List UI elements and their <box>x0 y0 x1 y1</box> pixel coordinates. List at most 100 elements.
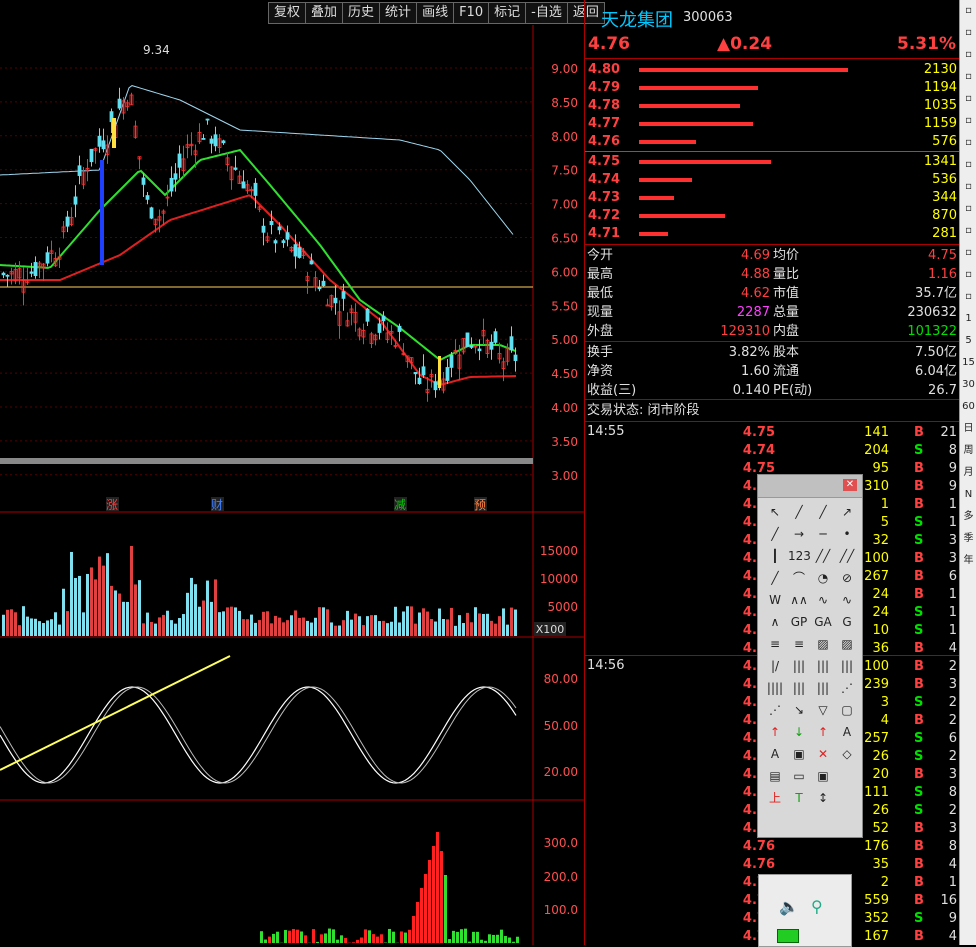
draw-tool-icon[interactable]: T <box>788 788 810 808</box>
draw-tool-icon[interactable]: ◇ <box>836 744 858 764</box>
draw-tool-icon[interactable]: ||| <box>788 678 810 698</box>
sidebar-tool-icon[interactable]: ▫ <box>960 0 976 22</box>
draw-tool-icon[interactable]: ◔ <box>812 568 834 588</box>
draw-tool-icon[interactable]: ∿ <box>812 590 834 610</box>
draw-tool-icon[interactable]: ⋰ <box>764 700 786 720</box>
sidebar-tool-icon[interactable]: ▫ <box>960 44 976 66</box>
draw-tool-icon[interactable] <box>836 788 858 808</box>
draw-tool-icon[interactable]: ▨ <box>812 634 834 654</box>
sidebar-tool-icon[interactable]: ▫ <box>960 88 976 110</box>
draw-tool-icon[interactable]: ||| <box>812 656 834 676</box>
period-button[interactable]: 1 <box>960 308 976 330</box>
period-button[interactable]: 年 <box>960 550 976 572</box>
toolbar-button-1[interactable]: 叠加 <box>305 2 343 24</box>
draw-tool-icon[interactable]: • <box>836 524 858 544</box>
toolbar-button-3[interactable]: 统计 <box>379 2 417 24</box>
draw-tool-icon[interactable]: ┃ <box>764 546 786 566</box>
sidebar-tool-icon[interactable]: ▫ <box>960 286 976 308</box>
draw-tool-icon[interactable]: ∧ <box>764 612 786 632</box>
toolbar-button-0[interactable]: 复权 <box>268 2 306 24</box>
draw-tool-icon[interactable]: ||| <box>836 656 858 676</box>
tray-popup[interactable]: 🔈 ⚲ <box>758 874 852 947</box>
toolbar-button-2[interactable]: 历史 <box>342 2 380 24</box>
draw-tool-icon[interactable]: ∧∧ <box>788 590 810 610</box>
draw-tool-icon[interactable] <box>836 766 858 786</box>
sidebar-tool-icon[interactable]: ▫ <box>960 154 976 176</box>
event-marker[interactable]: 财 <box>211 498 223 512</box>
sidebar-tool-icon[interactable]: ▫ <box>960 198 976 220</box>
period-button[interactable]: 周 <box>960 440 976 462</box>
draw-tool-icon[interactable]: 上 <box>764 788 786 808</box>
period-button[interactable]: 60 <box>960 396 976 418</box>
sidebar-tool-icon[interactable]: ▫ <box>960 242 976 264</box>
period-button[interactable]: 15 <box>960 352 976 374</box>
draw-tool-icon[interactable]: G <box>836 612 858 632</box>
draw-tool-icon[interactable]: ↘ <box>788 700 810 720</box>
sidebar-tool-icon[interactable]: ▫ <box>960 132 976 154</box>
period-button[interactable]: 日 <box>960 418 976 440</box>
draw-tool-icon[interactable]: ⌒ <box>788 568 810 588</box>
sidebar-tool-icon[interactable]: ▫ <box>960 176 976 198</box>
period-button[interactable]: 多 <box>960 506 976 528</box>
draw-tool-icon[interactable]: ↗ <box>836 502 858 522</box>
period-button[interactable]: 季 <box>960 528 976 550</box>
period-button[interactable]: 月 <box>960 462 976 484</box>
draw-tool-icon[interactable]: A <box>764 744 786 764</box>
draw-tool-icon[interactable]: ⊘ <box>836 568 858 588</box>
draw-tool-icon[interactable]: ╱ <box>764 568 786 588</box>
draw-tool-icon[interactable]: ≡ <box>788 634 810 654</box>
draw-tool-icon[interactable]: ⋰ <box>836 678 858 698</box>
draw-tool-icon[interactable]: ╱ <box>764 524 786 544</box>
draw-tool-icon[interactable]: ✕ <box>812 744 834 764</box>
event-marker[interactable]: 减 <box>394 498 406 512</box>
drawing-toolbox[interactable]: ✕ ↖╱╱↗╱→─•┃123╱╱╱╱╱⌒◔⊘W∧∧∿∿∧GPGAG≡≡▨▨|/|… <box>757 474 863 838</box>
draw-tool-icon[interactable]: ╱ <box>812 502 834 522</box>
event-marker[interactable]: 涨 <box>106 497 118 512</box>
draw-tool-icon[interactable]: ▽ <box>812 700 834 720</box>
kline-chart[interactable]: 9.008.508.007.507.006.506.005.505.004.50… <box>0 0 584 945</box>
period-button[interactable]: N <box>960 484 976 506</box>
toolbar-button-6[interactable]: 标记 <box>488 2 526 24</box>
draw-tool-icon[interactable]: A <box>836 722 858 742</box>
draw-tool-icon[interactable]: ↕ <box>812 788 834 808</box>
period-button[interactable]: 5 <box>960 330 976 352</box>
draw-tool-icon[interactable]: |/ <box>764 656 786 676</box>
sidebar-tool-icon[interactable]: ▫ <box>960 220 976 242</box>
usb-icon[interactable]: ⚲ <box>811 897 823 916</box>
sidebar-tool-icon[interactable]: ▫ <box>960 110 976 132</box>
period-button[interactable]: 30 <box>960 374 976 396</box>
speaker-icon[interactable]: 🔈 <box>779 897 799 916</box>
close-icon[interactable]: ✕ <box>843 479 857 491</box>
draw-tool-icon[interactable]: 123 <box>788 546 810 566</box>
draw-tool-icon[interactable]: ∿ <box>836 590 858 610</box>
draw-tool-icon[interactable]: ▣ <box>788 744 810 764</box>
draw-tool-icon[interactable]: ▭ <box>788 766 810 786</box>
sidebar-tool-icon[interactable]: ▫ <box>960 66 976 88</box>
draw-tool-icon[interactable]: GP <box>788 612 810 632</box>
toolbar-button-5[interactable]: F10 <box>453 2 489 24</box>
sidebar-tool-icon[interactable]: ▫ <box>960 264 976 286</box>
sidebar-tool-icon[interactable]: ▫ <box>960 22 976 44</box>
draw-tool-icon[interactable]: ╱╱ <box>812 546 834 566</box>
draw-tool-icon[interactable]: ╱╱ <box>836 546 858 566</box>
draw-tool-icon[interactable]: ╱ <box>788 502 810 522</box>
draw-tool-icon[interactable]: ─ <box>812 524 834 544</box>
draw-tool-icon[interactable]: ▢ <box>836 700 858 720</box>
draw-tool-icon[interactable]: ▣ <box>812 766 834 786</box>
draw-tool-icon[interactable]: W <box>764 590 786 610</box>
draw-tool-icon[interactable]: |||| <box>764 678 786 698</box>
toolbar-button-4[interactable]: 画线 <box>416 2 454 24</box>
draw-tool-icon[interactable]: ↖ <box>764 502 786 522</box>
draw-tool-icon[interactable]: ≡ <box>764 634 786 654</box>
draw-tool-icon[interactable]: ↑ <box>764 722 786 742</box>
toolbar-button-7[interactable]: -自选 <box>525 2 568 24</box>
draw-tool-icon[interactable]: ▨ <box>836 634 858 654</box>
event-marker[interactable]: 预 <box>474 498 486 512</box>
draw-tool-icon[interactable]: ||| <box>812 678 834 698</box>
draw-tool-icon[interactable]: → <box>788 524 810 544</box>
draw-tool-icon[interactable]: ▤ <box>764 766 786 786</box>
draw-tool-icon[interactable]: GA <box>812 612 834 632</box>
draw-tool-icon[interactable]: ||| <box>788 656 810 676</box>
scrollbar[interactable] <box>0 458 533 464</box>
draw-tool-icon[interactable]: ↑ <box>812 722 834 742</box>
